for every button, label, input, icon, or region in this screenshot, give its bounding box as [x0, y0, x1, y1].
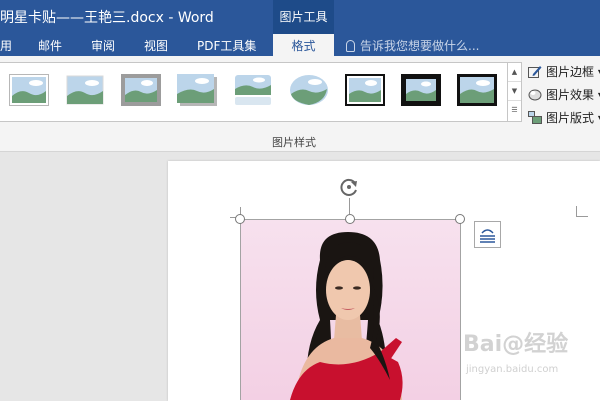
picture-style-thumb[interactable]	[233, 74, 273, 106]
tell-me-text: 告诉我您想要做什么...	[360, 39, 480, 53]
picture-style-thumb[interactable]	[401, 74, 441, 106]
window-title: 明星卡贴——王艳三.docx - Word	[0, 10, 214, 26]
gallery-up-icon[interactable]: ▲	[508, 63, 521, 82]
picture-border-button[interactable]: 图片边框 ▾	[528, 63, 600, 80]
watermark-url: jingyan.baidu.com	[466, 364, 559, 375]
title-bar: 明星卡贴——王艳三.docx - Word 图片工具	[0, 0, 600, 34]
picture-style-thumb[interactable]	[289, 74, 329, 106]
gallery-down-icon[interactable]: ▼	[508, 82, 521, 101]
watermark: Bai@经验	[463, 332, 569, 357]
layout-options-button[interactable]	[474, 221, 501, 248]
picture-style-thumb[interactable]	[9, 74, 49, 106]
tab-partial[interactable]: 用	[0, 37, 12, 54]
ribbon: ▲ ▼ ☰ 图片边框 ▾ 图片效果 ▾ 图片版式 ▾ 图片样式	[0, 56, 600, 152]
picture-effects-button[interactable]: 图片效果 ▾	[528, 86, 600, 103]
selected-picture[interactable]	[240, 220, 461, 400]
effects-icon	[528, 89, 542, 101]
gallery-scroll[interactable]: ▲ ▼ ☰	[508, 62, 522, 122]
picture-style-thumb[interactable]	[457, 74, 497, 106]
rotation-connector	[349, 198, 350, 214]
text-wrap-icon	[480, 229, 495, 243]
picture-layout-label: 图片版式 ▾	[546, 111, 600, 125]
picture-style-thumb[interactable]	[177, 74, 217, 106]
selection-border-left	[240, 219, 241, 400]
rotate-handle-icon[interactable]	[338, 176, 360, 198]
margin-corner-mark	[576, 216, 588, 217]
picture-style-thumb[interactable]	[65, 74, 105, 106]
layout-icon	[528, 111, 542, 124]
portrait-illustration	[240, 220, 461, 400]
picture-effects-label: 图片效果 ▾	[546, 88, 600, 102]
resize-handle-top-center[interactable]	[345, 214, 355, 224]
resize-handle-top-left[interactable]	[235, 214, 245, 224]
picture-style-thumb[interactable]	[345, 74, 385, 106]
tab-format[interactable]: 格式	[273, 34, 334, 56]
gallery-more-icon[interactable]: ☰	[508, 101, 521, 120]
lightbulb-icon	[346, 40, 355, 52]
picture-layout-button[interactable]: 图片版式 ▾	[528, 109, 600, 126]
tab-pdf-tools[interactable]: PDF工具集	[197, 37, 256, 54]
tab-view[interactable]: 视图	[144, 37, 168, 54]
tell-me-box[interactable]: 告诉我您想要做什么...	[346, 37, 479, 54]
picture-style-thumb[interactable]	[121, 74, 161, 106]
tab-review[interactable]: 审阅	[91, 37, 115, 54]
pencil-icon	[528, 66, 542, 78]
picture-tools-context-header: 图片工具	[273, 0, 334, 34]
selection-border-right	[460, 219, 461, 400]
tab-mailings[interactable]: 邮件	[38, 37, 62, 54]
contextual-tab-group-label: 图片工具	[279, 10, 328, 24]
picture-styles-gallery	[0, 62, 508, 122]
picture-border-label: 图片边框 ▾	[546, 65, 600, 79]
ribbon-tab-bar: 用 邮件 审阅 视图 PDF工具集 格式 告诉我您想要做什么...	[0, 34, 600, 56]
resize-handle-top-right[interactable]	[455, 214, 465, 224]
